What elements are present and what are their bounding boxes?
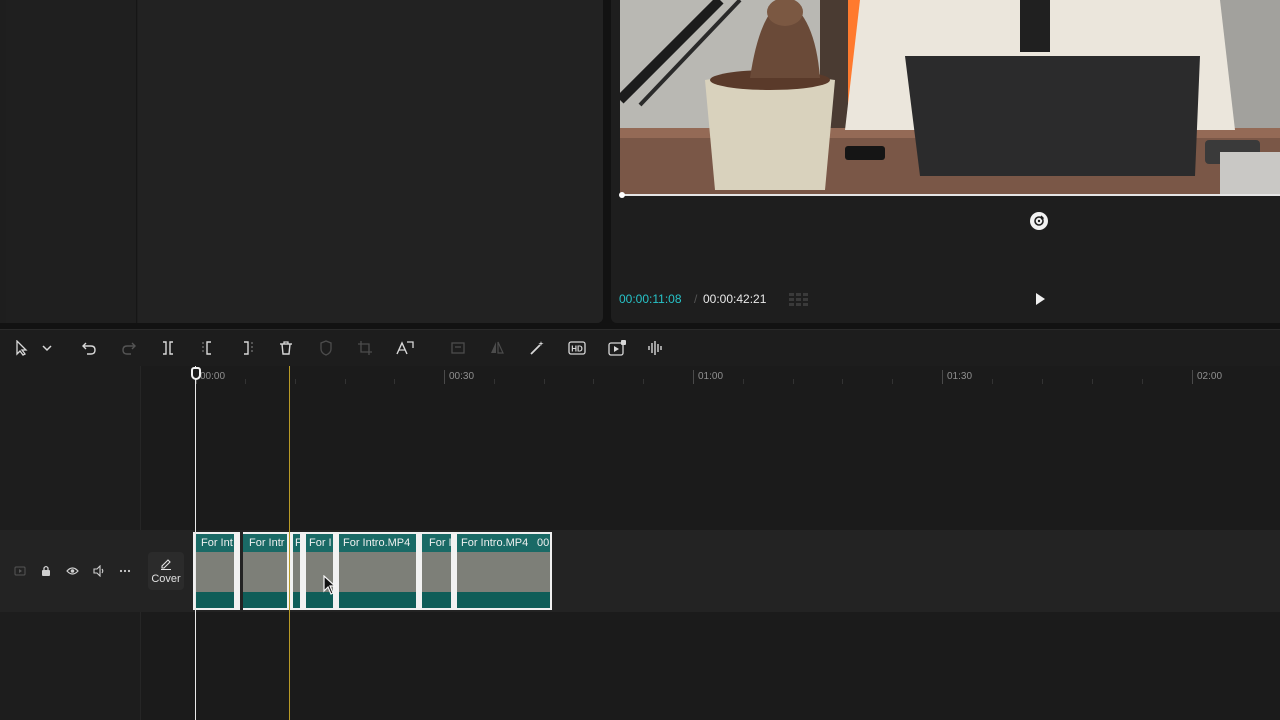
playhead-line[interactable]	[289, 366, 290, 720]
eye-icon[interactable]	[65, 564, 79, 578]
track-type-icon	[13, 564, 27, 578]
video-track	[0, 530, 1280, 612]
crop-icon	[355, 338, 375, 358]
ruler-tick	[1192, 370, 1193, 384]
chevron-down-icon[interactable]	[37, 338, 57, 358]
time-ruler[interactable]: 00:00 00:30 01:00 01:30 02:00	[141, 366, 1280, 388]
ruler-tick	[942, 370, 943, 384]
cover-label: Cover	[151, 572, 181, 585]
video-clip[interactable]: For I	[306, 532, 334, 610]
ruler-label: 00:00	[200, 371, 226, 382]
clip-transition[interactable]	[234, 532, 240, 610]
ruler-minor-tick	[544, 379, 545, 384]
clip-name: For I	[309, 537, 332, 549]
undo-icon[interactable]	[79, 338, 99, 358]
ruler-label: 00:30	[449, 371, 475, 382]
ruler-minor-tick	[992, 379, 993, 384]
clip-thumbnails	[195, 552, 235, 592]
ruler-minor-tick	[1042, 379, 1043, 384]
media-sidebar	[6, 0, 137, 323]
video-effect-icon[interactable]	[607, 338, 627, 358]
timeline-toolbar: HD	[0, 329, 1280, 366]
svg-text:HD: HD	[571, 345, 583, 354]
player-progress-bar[interactable]	[620, 194, 1280, 196]
video-clip[interactable]: For Int	[193, 532, 235, 610]
split-left-icon[interactable]	[198, 338, 218, 358]
clip-name: For Intro.MP4	[461, 537, 529, 549]
total-timecode: 00:00:42:21	[703, 292, 767, 306]
clip-thumbnails	[422, 552, 454, 592]
refresh-icon[interactable]	[1030, 212, 1048, 230]
ruler-minor-tick	[842, 379, 843, 384]
ruler-tick	[693, 370, 694, 384]
clip-waveform	[243, 592, 288, 608]
pencil-icon	[161, 558, 171, 570]
ruler-minor-tick	[1092, 379, 1093, 384]
ruler-minor-tick	[743, 379, 744, 384]
video-clip[interactable]: For Intro.MP4	[339, 532, 417, 610]
ruler-label: 02:00	[1197, 371, 1223, 382]
preview-frame-image	[620, 0, 1280, 194]
clip-name: For Intro.MP4	[343, 537, 411, 549]
hd-icon[interactable]: HD	[567, 338, 587, 358]
clip-name: For Intr	[249, 537, 285, 549]
ruler-minor-tick	[1142, 379, 1143, 384]
grid-icon[interactable]	[788, 292, 810, 306]
clip-waveform	[195, 592, 235, 608]
video-clip[interactable]: For I	[422, 532, 454, 610]
ruler-minor-tick	[892, 379, 893, 384]
lock-icon[interactable]	[39, 564, 53, 578]
mirror-icon	[487, 338, 507, 358]
more-icon[interactable]	[118, 564, 132, 578]
playhead-handle[interactable]	[191, 367, 201, 380]
delete-icon[interactable]	[276, 338, 296, 358]
clip-thumbnails	[339, 552, 417, 592]
player-progress-handle[interactable]	[619, 192, 625, 198]
freeze-icon	[448, 338, 468, 358]
clip-waveform	[422, 592, 454, 608]
auto-reframe-icon[interactable]	[395, 338, 415, 358]
clip-strip[interactable]: For Int For Intr F For I For Intro.MP4 F…	[193, 532, 552, 610]
clip-name: For Int	[201, 537, 233, 549]
clip-waveform	[457, 592, 550, 608]
magic-wand-icon[interactable]	[527, 338, 547, 358]
clip-waveform	[339, 592, 417, 608]
player-panel: 00:00:11:08 / 00:00:42:21	[611, 0, 1280, 323]
ruler-minor-tick	[593, 379, 594, 384]
ruler-minor-tick	[793, 379, 794, 384]
clip-thumbnails	[457, 552, 550, 592]
video-preview	[620, 0, 1280, 194]
cover-button[interactable]: Cover	[148, 552, 184, 590]
video-clip[interactable]: For Intro.MP4 00	[457, 532, 552, 610]
clip-name: For I	[429, 537, 452, 549]
timeline: 00:00 00:30 01:00 01:30 02:00 Cover For …	[0, 366, 1280, 720]
clip-thumbnails	[243, 552, 288, 592]
split-right-icon[interactable]	[237, 338, 257, 358]
select-icon[interactable]	[12, 338, 32, 358]
ruler-minor-tick	[494, 379, 495, 384]
video-clip[interactable]: For Intr	[243, 532, 288, 610]
ruler-minor-tick	[295, 379, 296, 384]
editor-window: 00:00:11:08 / 00:00:42:21 HD 00:00 00:30…	[0, 0, 1280, 720]
timecode-separator: /	[694, 292, 698, 306]
play-icon[interactable]	[1032, 291, 1048, 307]
shield-icon	[316, 338, 336, 358]
mouse-cursor-icon	[323, 575, 337, 595]
ruler-minor-tick	[394, 379, 395, 384]
ruler-minor-tick	[643, 379, 644, 384]
audio-wave-icon[interactable]	[646, 338, 666, 358]
split-icon[interactable]	[158, 338, 178, 358]
media-content	[138, 0, 603, 323]
ruler-label: 01:00	[698, 371, 724, 382]
clip-duration: 00	[537, 537, 550, 549]
volume-icon[interactable]	[92, 564, 106, 578]
timeline-start-line	[195, 366, 196, 720]
ruler-tick	[444, 370, 445, 384]
ruler-label: 01:30	[947, 371, 973, 382]
redo-icon	[119, 338, 139, 358]
media-panel	[0, 0, 603, 323]
ruler-minor-tick	[345, 379, 346, 384]
ruler-minor-tick	[245, 379, 246, 384]
current-timecode: 00:00:11:08	[619, 292, 682, 306]
